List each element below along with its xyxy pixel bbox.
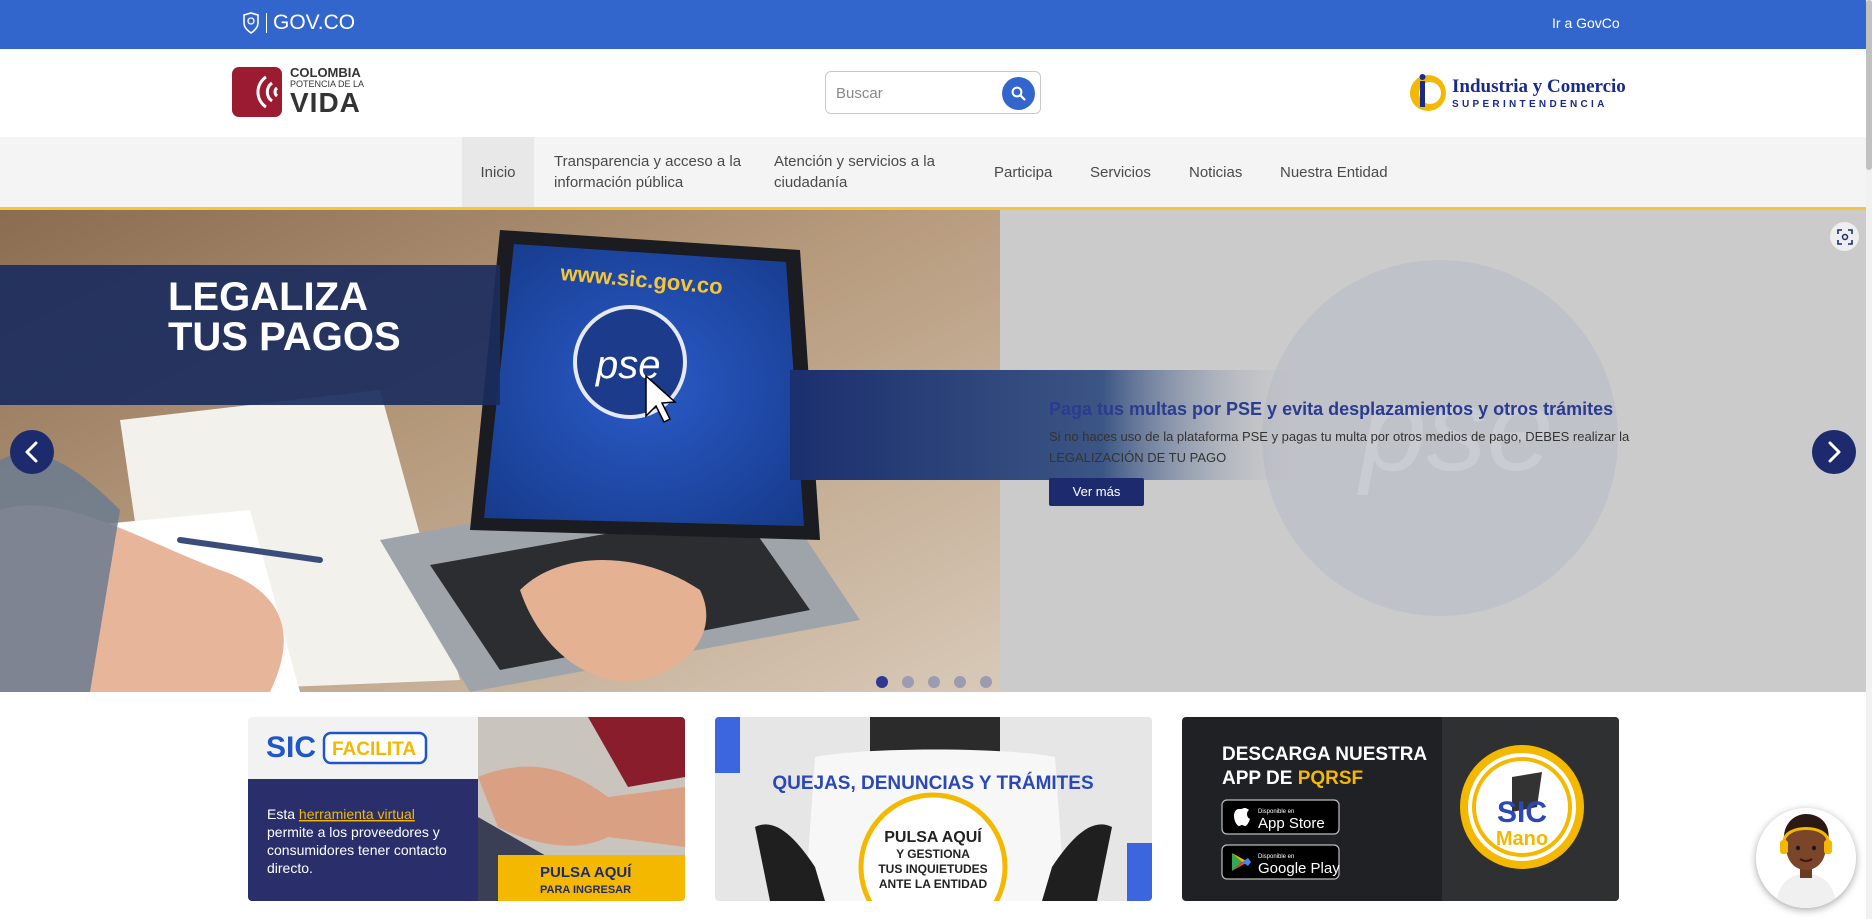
sic-facilita-card[interactable]: PULSA AQUÍ PARA INGRESAR SIC FACILITA Es… — [248, 717, 685, 901]
chevron-right-icon — [1828, 441, 1841, 463]
nav-item-noticias[interactable]: Noticias — [1189, 137, 1242, 207]
assistant-avatar-icon — [1756, 808, 1856, 908]
svg-text:APP DE PQRSF: APP DE PQRSF — [1222, 768, 1363, 789]
sic-facilita-banner: PULSA AQUÍ PARA INGRESAR SIC FACILITA Es… — [248, 717, 685, 901]
app-pqrsf-banner: DESCARGA NUESTRA APP DE PQRSF Disponible… — [1182, 717, 1619, 901]
quejas-cta-1: PULSA AQUÍ — [884, 827, 982, 846]
app-badge-mano: Mano — [1496, 828, 1548, 850]
sic-facilita-brand-1: SIC — [266, 731, 316, 764]
fullscreen-button[interactable] — [1830, 222, 1859, 251]
carousel-dot-5[interactable] — [980, 676, 992, 688]
search-icon — [1011, 86, 1026, 101]
app-pqrsf-card[interactable]: DESCARGA NUESTRA APP DE PQRSF Disponible… — [1182, 717, 1619, 901]
google-play-badge[interactable]: Disponible en Google Play — [1221, 844, 1340, 880]
slide-title: Paga tus multas por PSE y evita desplaza… — [1049, 399, 1614, 419]
scrollbar-thumb[interactable] — [1866, 0, 1872, 170]
search-box — [825, 71, 1041, 114]
app-store-text: App Store — [1258, 815, 1325, 832]
quejas-denuncias-card[interactable]: QUEJAS, DENUNCIAS Y TRÁMITES PULSA AQUÍ … — [715, 717, 1152, 901]
nav-item-transparencia[interactable]: Transparencia y acceso a la información … — [554, 137, 744, 207]
colombia-brand-mark-icon — [232, 66, 282, 117]
ver-mas-button[interactable]: Ver más — [1049, 478, 1144, 506]
colombia-potencia-logo[interactable]: COLOMBIA POTENCIA DE LA VIDA — [232, 66, 364, 117]
hero-carousel: pse pse www.sic.gov.co LEGALIZA TUS PAGO… — [0, 210, 1866, 692]
search-button[interactable] — [1002, 77, 1035, 110]
carousel-next-button[interactable] — [1812, 430, 1856, 474]
govco-separator — [266, 13, 267, 33]
main-navigation: Inicio Transparencia y acceso a la infor… — [0, 137, 1872, 210]
apple-icon — [1234, 808, 1250, 826]
slide-caption: Paga tus multas por PSE y evita desplaza… — [1049, 399, 1709, 506]
sic-facilita-brand-2: FACILITA — [332, 739, 416, 760]
carousel-dot-4[interactable] — [954, 676, 966, 688]
logo-line-colombia: COLOMBIA — [290, 65, 361, 80]
sic-facilita-cta-1: PULSA AQUÍ — [540, 864, 632, 881]
sic-facilita-text: permite a los proveedores y consumidores… — [267, 824, 447, 876]
site-header: COLOMBIA POTENCIA DE LA VIDA Industria y… — [0, 49, 1872, 137]
quejas-cta-4: ANTE LA ENTIDAD — [879, 877, 988, 891]
chevron-left-icon — [25, 441, 38, 463]
slide-image-text-2: TUS PAGOS — [168, 315, 401, 359]
app-title-line-2a: APP DE — [1222, 768, 1298, 789]
quejas-cta-2: Y GESTIONA — [896, 847, 970, 861]
google-play-text: Google Play — [1258, 860, 1340, 877]
app-title-line-1: DESCARGA NUESTRA — [1222, 744, 1427, 765]
carousel-dot-2[interactable] — [902, 676, 914, 688]
quejas-title: QUEJAS, DENUNCIAS Y TRÁMITES — [772, 772, 1093, 794]
app-title-line-2b: PQRSF — [1298, 768, 1363, 789]
search-input[interactable] — [836, 82, 996, 104]
chat-assistant-avatar[interactable] — [1756, 808, 1856, 908]
nav-item-participa[interactable]: Participa — [994, 137, 1052, 207]
nav-item-atencion[interactable]: Atención y servicios a la ciudadanía — [774, 137, 952, 207]
nav-item-servicios[interactable]: Servicios — [1090, 137, 1151, 207]
govco-logo-text: GOV.CO — [273, 11, 356, 34]
sic-facilita-cta-2: PARA INGRESAR — [540, 884, 631, 896]
carousel-dot-1[interactable] — [876, 676, 888, 688]
go-to-govco-link[interactable]: Ir a GovCo — [1552, 15, 1620, 31]
slide-description: Si no haces uso de la plataforma PSE y p… — [1049, 429, 1630, 465]
entity-subtitle: SUPERINTENDENCIA — [1452, 99, 1608, 110]
sic-entity-logo[interactable]: Industria y Comercio SUPERINTENDENCIA — [1408, 71, 1626, 115]
entity-name: Industria y Comercio — [1452, 76, 1626, 97]
sic-facilita-link[interactable]: herramienta virtual — [299, 806, 415, 822]
govco-bar: GOV.CO Ir a GovCo — [0, 0, 1872, 49]
nav-item-nuestra-entidad[interactable]: Nuestra Entidad — [1280, 137, 1388, 207]
page-scrollbar[interactable] — [1866, 0, 1872, 919]
govco-logo[interactable]: GOV.CO — [242, 11, 355, 35]
carousel-dot-3[interactable] — [928, 676, 940, 688]
carousel-prev-button[interactable] — [10, 430, 54, 474]
nav-item-inicio[interactable]: Inicio — [462, 137, 534, 207]
app-badge-sic: SIC — [1497, 796, 1547, 829]
sic-facilita-text-pre: Esta — [267, 806, 299, 822]
quejas-banner: QUEJAS, DENUNCIAS Y TRÁMITES PULSA AQUÍ … — [715, 717, 1152, 901]
app-store-badge[interactable]: Disponible en App Store — [1221, 799, 1340, 835]
slide-image-text-1: LEGALIZA — [168, 275, 368, 319]
fullscreen-icon — [1836, 228, 1853, 245]
carousel-indicators — [876, 676, 992, 688]
colombia-shield-icon — [243, 12, 259, 34]
quejas-cta-3: TUS INQUIETUDES — [878, 862, 987, 876]
sic-logo-icon — [1410, 74, 1446, 111]
logo-line-vida: VIDA — [290, 87, 361, 118]
svg-text:Esta herramienta virtua: Esta herramienta virtual — [267, 806, 415, 822]
